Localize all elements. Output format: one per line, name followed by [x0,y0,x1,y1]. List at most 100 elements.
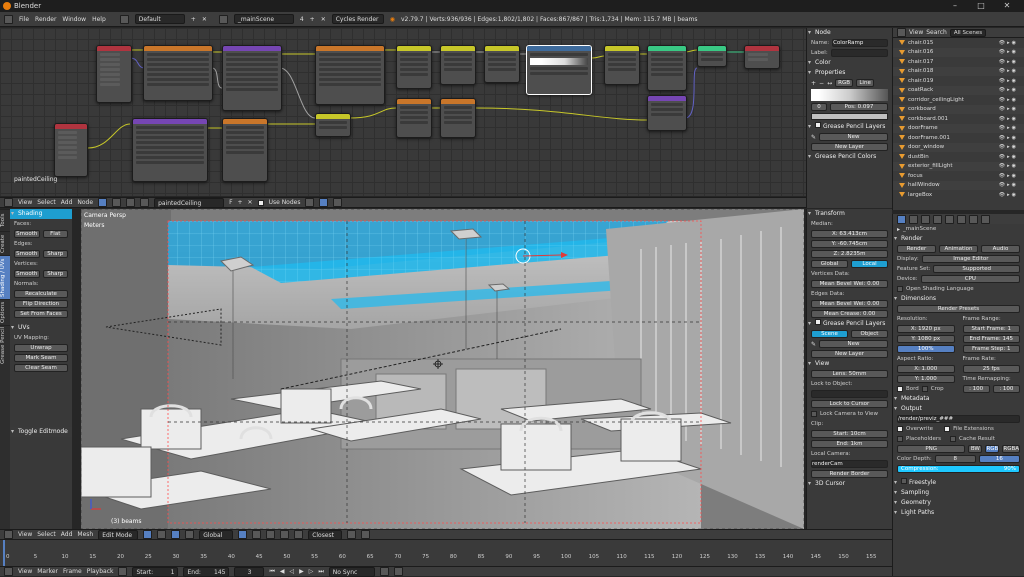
outliner-item[interactable]: door_window👁▸◉ [893,143,1024,153]
outliner-item[interactable]: chair.018👁▸◉ [893,67,1024,77]
file-extensions-checkbox[interactable] [944,426,950,432]
output-section[interactable]: Output [893,404,1024,414]
node-gp-new-button[interactable]: New [819,133,888,141]
color-depth-16-button[interactable]: 16 [979,455,1020,463]
visibility-icons[interactable]: 👁▸◉ [999,173,1018,179]
local-button[interactable]: Local [851,260,888,268]
outliner-item[interactable]: exterior_fillLight👁▸◉ [893,162,1024,172]
layers-tab-icon[interactable] [909,215,918,224]
snap-target-select[interactable]: Closest [308,530,342,540]
metadata-section[interactable]: Metadata [893,394,1024,404]
edges-smooth-button[interactable]: Smooth [14,250,40,258]
node-menu-select[interactable]: Select [37,199,56,206]
audio-button[interactable]: Audio [981,245,1020,253]
preview-range-icon[interactable] [118,567,127,576]
node-principled-bsdf[interactable] [647,45,687,91]
resolution-y-field[interactable]: Y: 1080 px [897,335,955,343]
3d-cursor-section[interactable]: 3D Cursor [807,479,892,489]
outliner-item[interactable]: corkboard👁▸◉ [893,105,1024,115]
keying-set-icon[interactable] [394,567,403,576]
median-z-field[interactable]: Z: 2.8235m [811,250,888,258]
median-x-field[interactable]: X: 63.413cm [811,230,888,238]
world-tab-icon[interactable] [933,215,942,224]
visibility-icons[interactable]: 👁▸◉ [999,40,1018,46]
placeholders-checkbox[interactable] [897,436,903,442]
compression-slider[interactable]: Compression:90% [897,465,1020,473]
outliner-item[interactable]: corridor_ceilingLight👁▸◉ [893,95,1024,105]
node-name-field[interactable]: ColorRamp [832,39,888,47]
backdrop-icon[interactable] [305,198,314,207]
color-ramp-widget[interactable] [811,89,888,101]
ramp-interpolation-select[interactable]: Line [856,79,874,87]
shading-section[interactable]: Shading [10,209,72,219]
lock-camera-checkbox[interactable] [811,411,817,417]
color-bw-button[interactable]: BW [968,445,982,453]
node-menu-node[interactable]: Node [77,199,93,206]
proportional-edit-icon[interactable] [280,530,289,539]
gp-object-button[interactable]: Object [851,330,888,338]
outliner-display-mode[interactable]: All Scenes [950,29,986,37]
viewport-menu-mesh[interactable]: Mesh [77,531,93,538]
ramp-stop-position[interactable]: Pos: 0.097 [830,103,888,111]
manipulator-icon[interactable] [171,530,180,539]
current-frame-field[interactable]: 3 [234,567,264,577]
visibility-icons[interactable]: 👁▸◉ [999,59,1018,65]
node-editor-canvas[interactable]: paintedCeiling [0,28,806,196]
texture-nodes-icon[interactable] [126,198,135,207]
visibility-icons[interactable]: 👁▸◉ [999,49,1018,55]
remap-old-field[interactable]: : 100 [963,385,990,393]
local-camera-field[interactable]: renderCam [811,460,888,468]
viewport-shading-icon[interactable] [143,530,152,539]
render-presets-select[interactable]: Render Presets [897,305,1020,313]
translate-manipulator-icon[interactable] [185,530,194,539]
maximize-icon[interactable]: □ [972,0,990,12]
color-rgba-button[interactable]: RGBA [1002,445,1020,453]
node-mapping-2[interactable] [132,118,208,182]
node-mix-1[interactable] [396,45,432,89]
play-reverse-icon[interactable]: ◁ [290,568,295,575]
set-from-faces-button[interactable]: Set From Faces [14,310,68,318]
node-section[interactable]: Node [807,28,892,38]
node-label-field[interactable] [831,49,888,57]
color-rgb-button[interactable]: RGB [985,445,999,453]
feature-set-select[interactable]: Supported [933,265,1020,273]
modifiers-tab-icon[interactable] [957,215,966,224]
node-color-section[interactable]: Color [807,58,892,68]
add-material-icon[interactable]: + [238,199,243,206]
3d-viewport[interactable]: Camera Persp Meters (3) beams [81,209,804,529]
clip-end-field[interactable]: End: 1km [811,440,888,448]
outliner-type-icon[interactable] [897,28,906,37]
visibility-icons[interactable]: 👁▸◉ [999,97,1018,103]
file-format-select[interactable]: PNG [897,445,965,453]
jump-end-icon[interactable]: ⏭ [318,568,323,576]
osl-checkbox[interactable] [897,286,903,292]
node-texture-coordinate-2[interactable] [54,123,88,177]
freestyle-checkbox[interactable] [901,478,907,484]
timeline-type-icon[interactable] [4,567,13,576]
edges-sharp-button[interactable]: Sharp [43,250,69,258]
view-section[interactable]: View [807,359,892,369]
freestyle-section[interactable]: Freestyle [893,478,1024,488]
minimize-icon[interactable]: – [946,0,964,12]
visibility-icons[interactable]: 👁▸◉ [999,68,1018,74]
remove-layout-icon[interactable]: ✕ [202,16,207,23]
material-select[interactable]: paintedCeiling [154,198,224,208]
menu-window[interactable]: Window [62,16,86,23]
outliner-item[interactable]: doorFrame👁▸◉ [893,124,1024,134]
scene-tab-icon[interactable] [921,215,930,224]
toggle-editmode-section[interactable]: Toggle Editmode [10,427,72,437]
mean-crease-field[interactable]: Mean Crease: 0.00 [811,310,888,318]
mark-seam-button[interactable]: Mark Seam [14,354,68,362]
visibility-icons[interactable]: 👁▸◉ [999,125,1018,131]
ramp-stop-index[interactable]: 0 [811,103,827,111]
menu-help[interactable]: Help [92,16,106,23]
gp-scene-button[interactable]: Scene [811,330,848,338]
visibility-icons[interactable]: 👁▸◉ [999,106,1018,112]
light-paths-section[interactable]: Light Paths [893,508,1024,518]
vertices-sharp-button[interactable]: Sharp [43,270,69,278]
border-checkbox[interactable] [897,386,903,392]
lens-field[interactable]: Lens: 50mm [811,370,888,378]
next-keyframe-icon[interactable]: ▷ [309,568,314,575]
node-menu-view[interactable]: View [18,199,32,206]
edge-bevel-weight-field[interactable]: Mean Bevel Wei: 0.00 [811,300,888,308]
